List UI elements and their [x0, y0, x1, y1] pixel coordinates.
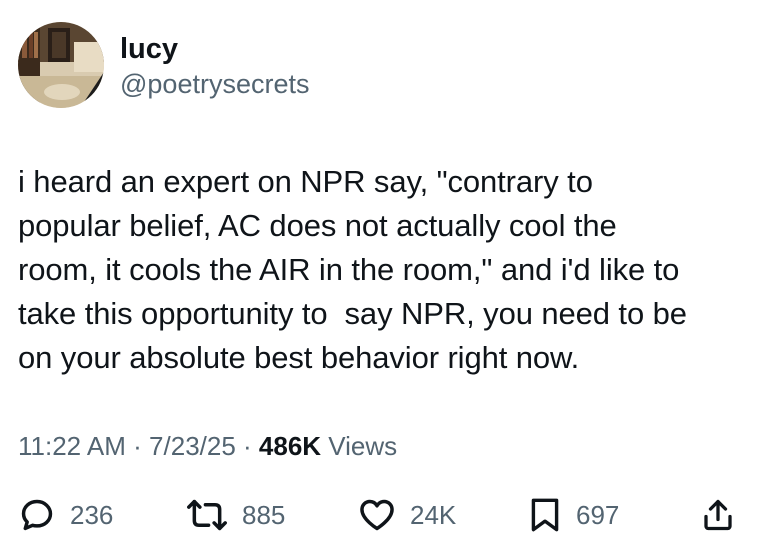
- views-label: Views: [321, 431, 398, 461]
- meta-separator: ·: [125, 431, 150, 461]
- bookmark-button[interactable]: 697: [528, 493, 619, 537]
- repost-button[interactable]: 885: [186, 493, 285, 537]
- reply-button[interactable]: 236: [18, 493, 113, 537]
- share-icon: [704, 499, 732, 531]
- views-count: 486K: [258, 431, 322, 461]
- author-handle[interactable]: @poetrysecrets: [120, 68, 309, 100]
- author-name[interactable]: lucy: [120, 32, 178, 66]
- heart-icon: [360, 499, 394, 531]
- action-bar: 236 885 24K 697: [0, 493, 760, 537]
- tweet-date[interactable]: 7/23/25: [149, 431, 236, 461]
- avatar-image: [18, 22, 104, 108]
- tweet-text: i heard an expert on NPR say, "contrary …: [18, 164, 687, 375]
- repost-icon: [187, 499, 227, 531]
- share-button[interactable]: [700, 493, 736, 537]
- meta-separator: ·: [235, 431, 259, 461]
- tweet: lucy @poetrysecrets i heard an expert on…: [0, 0, 760, 559]
- bookmark-icon: [531, 498, 559, 532]
- reply-count: 236: [70, 500, 114, 530]
- like-count: 24K: [410, 500, 457, 530]
- tweet-meta: 11:22 AM · 7/23/25 · 486K Views: [18, 430, 397, 462]
- reply-icon: [21, 499, 53, 531]
- bookmark-count: 697: [576, 500, 620, 530]
- repost-count: 885: [242, 500, 286, 530]
- avatar[interactable]: [18, 22, 104, 108]
- tweet-time[interactable]: 11:22 AM: [18, 431, 126, 461]
- like-button[interactable]: 24K: [358, 493, 456, 537]
